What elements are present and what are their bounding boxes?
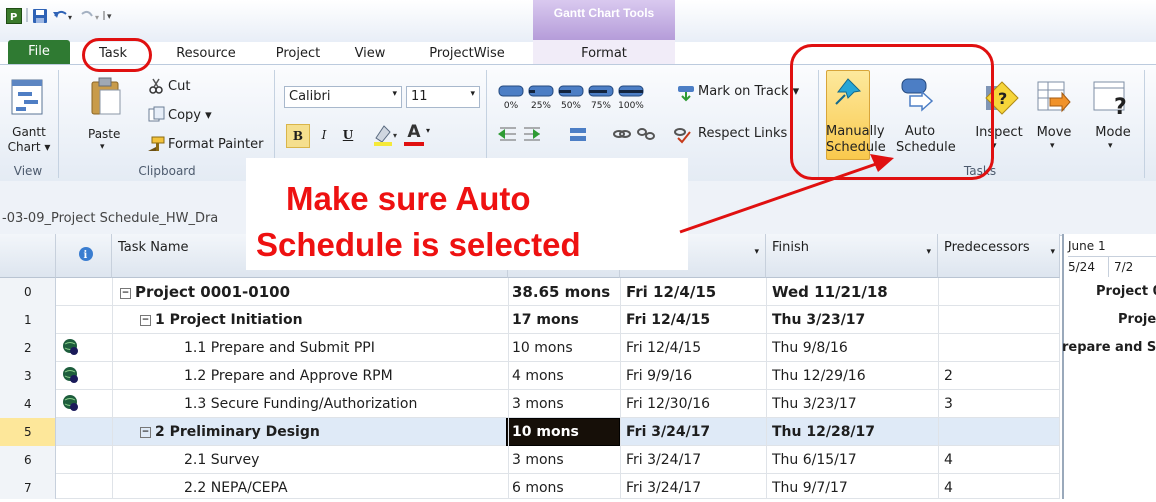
callout-arrow-icon xyxy=(679,154,894,234)
